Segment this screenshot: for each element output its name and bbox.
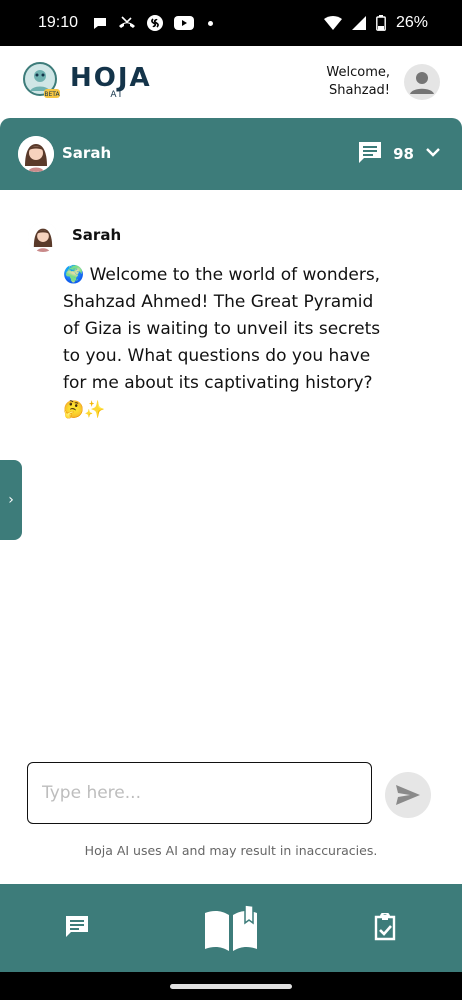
message-icon xyxy=(357,140,383,168)
shazam-icon xyxy=(146,14,164,32)
message-input-wrapper xyxy=(27,762,372,824)
message-count-group[interactable]: 98 xyxy=(357,140,442,168)
message-avatar xyxy=(28,222,58,252)
send-button[interactable] xyxy=(385,772,431,818)
missed-call-icon xyxy=(118,15,136,31)
chevron-down-icon[interactable] xyxy=(424,143,442,165)
beta-badge: BETA xyxy=(44,91,60,98)
sarah-avatar-icon xyxy=(28,222,58,252)
character-avatar xyxy=(18,136,54,172)
brand: HOJA AI xyxy=(70,64,152,100)
status-bar: 19:10 26% xyxy=(0,0,462,46)
youtube-icon xyxy=(174,16,195,30)
bottom-nav xyxy=(0,884,462,972)
message-count: 98 xyxy=(393,145,414,163)
battery-icon xyxy=(376,15,386,31)
message-text: 🌍 Welcome to the world of wonders, Shahz… xyxy=(63,265,381,420)
brand-name: HOJA xyxy=(70,63,152,93)
wifi-icon xyxy=(323,15,342,31)
welcome-line-1: Welcome, xyxy=(326,65,390,80)
chat-bubble-icon xyxy=(92,15,108,31)
signal-icon xyxy=(351,16,366,30)
nav-tasks-button[interactable] xyxy=(368,910,402,944)
system-nav-bar xyxy=(0,972,462,1000)
message-input[interactable] xyxy=(40,782,359,804)
nav-chat-button[interactable] xyxy=(60,910,94,944)
clipboard-check-icon xyxy=(374,913,396,941)
nav-library-button[interactable] xyxy=(200,902,262,954)
send-icon xyxy=(396,785,420,805)
battery-percent: 26% xyxy=(395,14,428,31)
user-avatar[interactable] xyxy=(404,64,440,100)
notification-dot-icon xyxy=(208,20,214,26)
home-gesture-pill[interactable] xyxy=(170,984,292,989)
chevron-right-icon: › xyxy=(8,492,14,508)
welcome-line-2: Shahzad! xyxy=(329,83,390,98)
book-icon xyxy=(205,904,257,951)
chat-header[interactable]: Sarah 98 xyxy=(0,118,462,190)
status-bar-left: 19:10 xyxy=(38,14,214,32)
sarah-avatar-icon xyxy=(18,136,54,172)
app-header: BETA HOJA AI Welcome, Shahzad! xyxy=(0,46,462,118)
chat-icon xyxy=(66,916,88,937)
status-bar-right: 26% xyxy=(323,14,428,32)
character-name: Sarah xyxy=(62,144,112,162)
status-time: 19:10 xyxy=(38,14,79,31)
person-icon xyxy=(410,72,434,94)
side-panel-toggle[interactable]: › xyxy=(0,460,22,540)
hoja-logo-icon[interactable]: BETA xyxy=(22,61,62,101)
ai-disclaimer: Hoja AI uses AI and may result in inaccu… xyxy=(84,843,378,858)
welcome-text: Welcome, Shahzad! xyxy=(326,64,390,100)
message-sender: Sarah xyxy=(72,226,122,244)
